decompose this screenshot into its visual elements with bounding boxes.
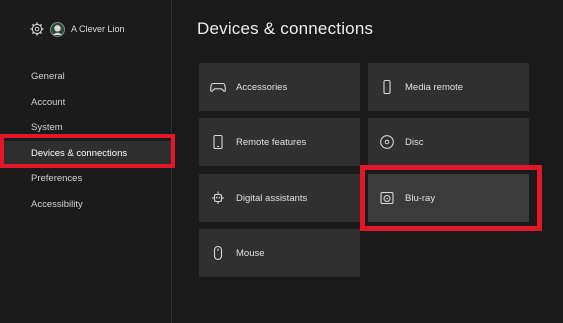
tile-mouse[interactable]: Mouse (199, 229, 360, 277)
tile-remote-features[interactable]: Remote features (199, 118, 360, 166)
nav-item-preferences[interactable]: Preferences (0, 166, 171, 192)
sidebar: A Clever Lion General Account System Dev… (0, 0, 171, 323)
nav-item-accessibility[interactable]: Accessibility (0, 192, 171, 218)
tile-label: Digital assistants (236, 192, 308, 204)
tile-label: Mouse (236, 247, 265, 259)
page-title: Devices & connections (197, 19, 374, 38)
avatar (50, 21, 65, 37)
mouse-icon (210, 245, 226, 261)
nav-item-devices-connections[interactable]: Devices & connections (0, 140, 171, 166)
tile-digital-assistants[interactable]: Digital assistants (199, 174, 360, 222)
sidebar-divider (171, 0, 172, 323)
settings-nav: General Account System Devices & connect… (0, 64, 171, 217)
tile-label: Remote features (236, 136, 307, 148)
remote-icon (379, 79, 395, 95)
tile-accessories[interactable]: Accessories (199, 63, 360, 111)
bluray-icon (379, 190, 395, 206)
phone-icon (210, 134, 226, 150)
profile-header[interactable]: A Clever Lion (30, 20, 125, 38)
gear-icon (30, 22, 44, 36)
tile-blu-ray[interactable]: Blu-ray (368, 174, 529, 222)
nav-item-system[interactable]: System (0, 115, 171, 141)
settings-screen: A Clever Lion General Account System Dev… (0, 0, 563, 323)
tile-media-remote[interactable]: Media remote (368, 63, 529, 111)
nav-item-general[interactable]: General (0, 64, 171, 90)
assistant-icon (210, 190, 226, 206)
tile-disc[interactable]: Disc (368, 118, 529, 166)
tile-label: Blu-ray (405, 192, 436, 204)
nav-item-account[interactable]: Account (0, 90, 171, 116)
tile-label: Disc (405, 136, 424, 148)
tile-label: Media remote (405, 81, 464, 93)
gamertag-label: A Clever Lion (71, 24, 125, 34)
gamepad-icon (210, 79, 226, 95)
tile-label: Accessories (236, 81, 288, 93)
disc-icon (379, 134, 395, 150)
